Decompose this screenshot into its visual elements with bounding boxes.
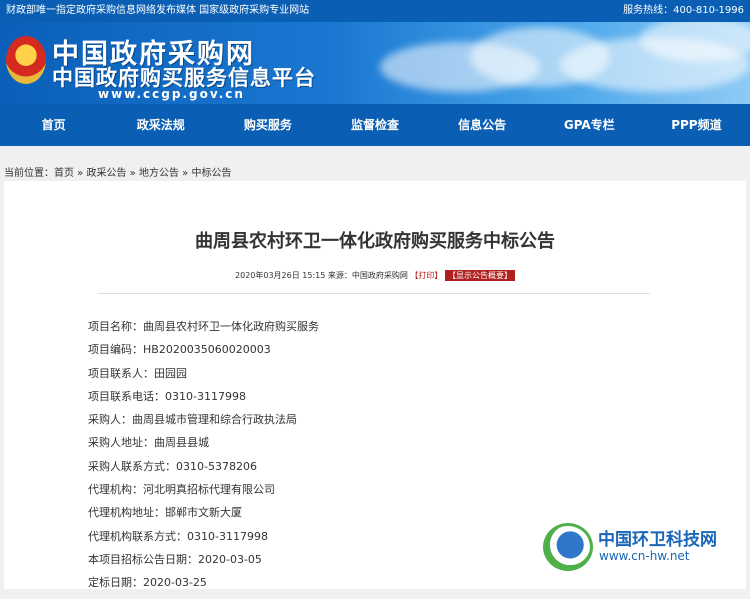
watermark-logo: 中国环卫科技网 www.cn-hw.net <box>543 523 750 573</box>
field-purchaser-phone: 采购人联系方式：0310-5378206 <box>88 459 257 473</box>
top-info-bar: 财政部唯一指定政府采购信息网络发布媒体 国家级政府采购专业网站 服务热线：400… <box>0 0 750 22</box>
field-agency-address: 代理机构地址：邯郸市文新大厦 <box>88 506 242 520</box>
nav-regulations[interactable]: 政采法规 <box>107 104 214 146</box>
breadcrumb-award[interactable]: 中标公告 <box>191 168 231 179</box>
breadcrumb-prefix: 当前位置： <box>4 168 54 179</box>
breadcrumb-separator: » <box>74 168 87 179</box>
watermark-name: 中国环卫科技网 <box>598 530 717 550</box>
field-purchaser-address: 采购人地址：曲周县县城 <box>88 436 209 450</box>
globe-icon <box>543 523 593 571</box>
nav-gpa[interactable]: GPA专栏 <box>536 104 643 146</box>
field-agency: 代理机构：河北明真招标代理有限公司 <box>88 483 275 497</box>
site-url: www.ccgp.gov.cn <box>98 87 245 101</box>
field-project-contact: 项目联系人：田园园 <box>88 366 187 380</box>
nav-ppp[interactable]: PPP频道 <box>643 104 750 146</box>
nav-announcements[interactable]: 信息公告 <box>429 104 536 146</box>
field-project-phone: 项目联系电话：0310-3117998 <box>88 389 246 403</box>
divider <box>98 293 650 294</box>
site-banner: ★ 中国政府采购网 中国政府购买服务信息平台 www.ccgp.gov.cn <box>0 22 750 104</box>
field-agency-phone: 代理机构联系方式：0310-3117998 <box>88 529 268 543</box>
field-purchaser: 采购人：曲周县城市管理和综合行政执法局 <box>88 413 297 427</box>
field-project-name: 项目名称：曲周县农村环卫一体化政府购买服务 <box>88 320 319 333</box>
watermark-url: www.cn-hw.net <box>599 549 690 563</box>
nav-supervision[interactable]: 监督检查 <box>321 104 428 146</box>
article-meta: 2020年03月26日 15:15 来源：中国政府采购网 【打印】 【显示公告概… <box>4 270 746 281</box>
breadcrumb-procurement[interactable]: 政采公告 <box>86 168 126 179</box>
national-emblem-icon: ★ <box>6 36 46 84</box>
nav-purchase-services[interactable]: 购买服务 <box>214 104 321 146</box>
media-statement: 财政部唯一指定政府采购信息网络发布媒体 国家级政府采购专业网站 <box>6 5 310 16</box>
publish-info: 2020年03月26日 15:15 来源：中国政府采购网 <box>235 271 408 280</box>
nav-home[interactable]: 首页 <box>0 104 107 146</box>
breadcrumb-local[interactable]: 地方公告 <box>139 168 179 179</box>
print-link[interactable]: 【打印】 <box>410 271 442 280</box>
breadcrumb-home[interactable]: 首页 <box>54 168 74 179</box>
field-project-code: 项目编码：HB2020035060020003 <box>88 343 271 357</box>
breadcrumb: 当前位置：首页 » 政采公告 » 地方公告 » 中标公告 <box>4 164 231 179</box>
field-tender-date: 本项目招标公告日期：2020-03-05 <box>88 552 262 566</box>
breadcrumb-separator: » <box>126 168 139 179</box>
main-nav: 首页 政采法规 购买服务 监督检查 信息公告 GPA专栏 PPP频道 <box>0 104 750 146</box>
show-summary-button[interactable]: 【显示公告概要】 <box>444 270 515 281</box>
field-award-date: 定标日期：2020-03-25 <box>88 576 207 590</box>
service-hotline: 服务热线：400-810-1996 <box>623 5 744 16</box>
article-title: 曲周县农村环卫一体化政府购买服务中标公告 <box>195 231 555 252</box>
breadcrumb-separator: » <box>178 168 192 179</box>
announcement-fields: 项目名称：曲周县农村环卫一体化政府购买服务 项目编码：HB20200350600… <box>88 319 319 599</box>
